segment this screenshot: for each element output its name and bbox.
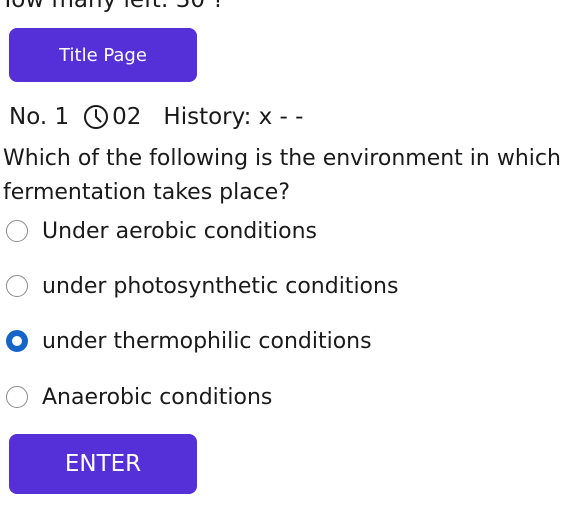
answer-option-3[interactable]: under thermophilic conditions (6, 324, 372, 358)
question-text: Which of the following is the environmen… (3, 146, 561, 205)
radio-button[interactable] (6, 220, 28, 242)
clock-icon (83, 104, 109, 130)
answer-option-4[interactable]: Anaerobic conditions (6, 380, 272, 414)
question-number: No. 1 (9, 104, 70, 130)
answer-option-label: under photosynthetic conditions (42, 273, 399, 299)
question-info-row: No. 1 02 History: x - - (9, 100, 303, 134)
timer-value: 02 (112, 104, 142, 130)
title-page-button[interactable]: Title Page (9, 28, 197, 82)
radio-button[interactable] (6, 386, 28, 408)
answer-option-label: under thermophilic conditions (42, 328, 372, 354)
answer-option-1[interactable]: Under aerobic conditions (6, 214, 317, 248)
radio-button-selected[interactable] (6, 330, 28, 352)
history-text: History: x - - (163, 104, 304, 130)
answer-option-label: Under aerobic conditions (42, 218, 317, 244)
answer-option-2[interactable]: under photosynthetic conditions (6, 269, 398, 303)
enter-button[interactable]: ENTER (9, 434, 197, 494)
radio-button[interactable] (6, 275, 28, 297)
remaining-count-text: How many left: 30 ? (0, 0, 225, 13)
answer-option-label: Anaerobic conditions (42, 384, 273, 410)
